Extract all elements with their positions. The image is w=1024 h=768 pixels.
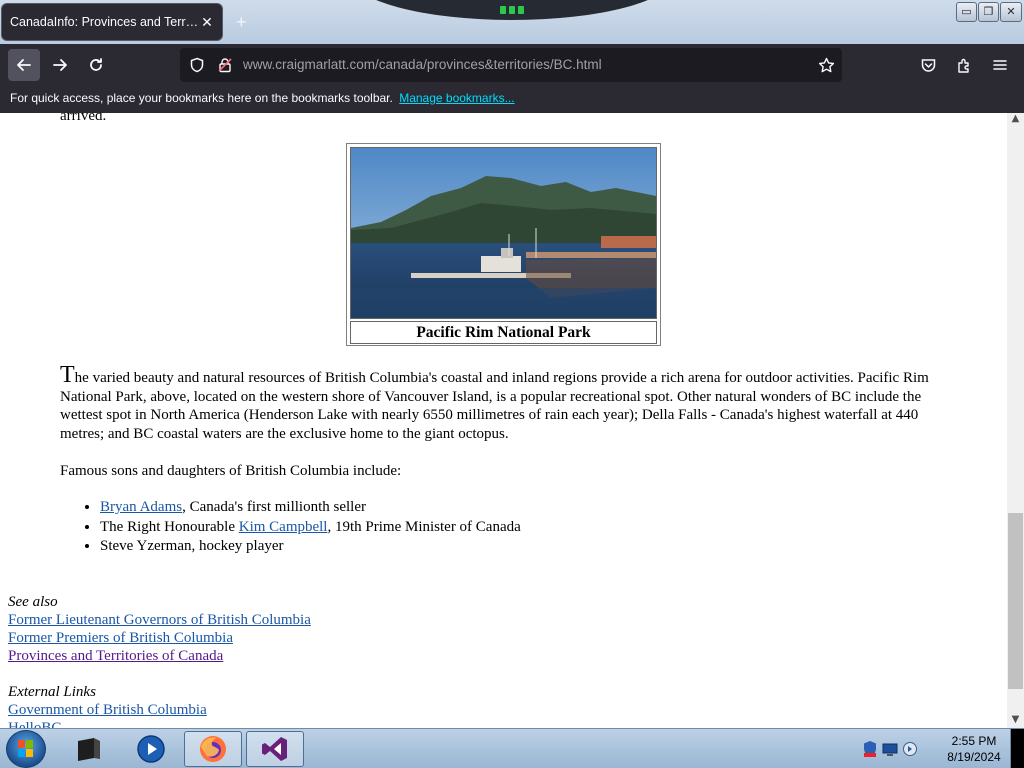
scroll-thumb[interactable] <box>1008 513 1023 689</box>
list-item-text: , 19th Prime Minister of Canada <box>327 518 521 535</box>
external-links-heading: External Links <box>8 684 96 700</box>
media-player-icon <box>137 735 165 763</box>
browser-titlebar: CanadaInfo: Provinces and Territories ✕ … <box>0 0 1024 44</box>
see-also-heading: See also <box>8 594 58 610</box>
list-item: Bryan Adams, Canada's first millionth se… <box>100 498 521 518</box>
bookmarks-message: For quick access, place your bookmarks h… <box>10 91 393 105</box>
window-controls: ▭ ❐ ✕ <box>956 2 1022 22</box>
kim-campbell-link[interactable]: Kim Campbell <box>239 519 328 535</box>
notch-indicator <box>497 6 527 16</box>
url-domain: www.craigmarlatt.com <box>243 57 376 72</box>
intro-paragraph: The varied beauty and natural resources … <box>60 363 950 443</box>
security-shield-icon[interactable] <box>862 740 878 758</box>
list-item-prefix: The Right Honourable <box>100 518 239 535</box>
bryan-adams-link[interactable]: Bryan Adams <box>100 499 182 515</box>
taskbar-visual-studio[interactable] <box>246 731 304 767</box>
forward-arrow-icon <box>53 59 67 71</box>
see-also-section: See also Former Lieutenant Governors of … <box>8 593 311 665</box>
lieutenant-governors-link[interactable]: Former Lieutenant Governors of British C… <box>8 611 311 629</box>
url-path: /canada/provinces&territories/BC.html <box>375 57 602 72</box>
vertical-scrollbar[interactable]: ▲ ▼ <box>1007 113 1024 728</box>
previous-text-fragment: arrived. <box>60 113 107 124</box>
list-item-text: Steve Yzerman, hockey player <box>100 538 284 555</box>
menu-icon[interactable] <box>989 54 1011 76</box>
terminal-icon <box>78 738 100 761</box>
start-button[interactable] <box>6 730 46 768</box>
taskbar-media-player[interactable] <box>122 731 180 767</box>
network-icon[interactable] <box>882 741 898 757</box>
firefox-icon <box>200 736 226 762</box>
restore-button[interactable]: ❐ <box>978 2 999 22</box>
provinces-territories-link[interactable]: Provinces and Territories of Canada <box>8 647 311 665</box>
back-button[interactable] <box>8 49 40 81</box>
famous-people-list: Bryan Adams, Canada's first millionth se… <box>100 498 521 557</box>
park-photo <box>350 147 657 319</box>
close-window-button[interactable]: ✕ <box>1000 2 1022 22</box>
visual-studio-icon <box>262 737 287 761</box>
famous-intro: Famous sons and daughters of British Col… <box>60 463 402 479</box>
system-tray <box>860 731 920 767</box>
tab-active[interactable]: CanadaInfo: Provinces and Territories ✕ <box>2 4 222 40</box>
tab-title: CanadaInfo: Provinces and Territories <box>10 15 200 29</box>
figure-frame: Pacific Rim National Park <box>346 143 661 346</box>
taskbar-terminal[interactable] <box>60 731 118 767</box>
extensions-icon[interactable] <box>953 54 975 76</box>
clock-time: 2:55 PM <box>951 734 997 748</box>
page-content: arrived. Pacific Rim National Park The v… <box>0 113 1007 728</box>
figure-caption: Pacific Rim National Park <box>350 321 657 344</box>
back-arrow-icon <box>17 59 31 71</box>
list-item-text: , Canada's first millionth seller <box>182 499 366 515</box>
manage-bookmarks-link[interactable]: Manage bookmarks... <box>399 91 514 105</box>
forward-button[interactable] <box>44 49 76 81</box>
volume-icon[interactable] <box>902 741 918 757</box>
premiers-link[interactable]: Former Premiers of British Columbia <box>8 629 311 647</box>
windows-logo-icon <box>18 740 33 757</box>
drop-cap: T <box>60 362 75 388</box>
scroll-up-icon[interactable]: ▲ <box>1007 113 1024 127</box>
minimize-button[interactable]: ▭ <box>956 2 977 22</box>
clock-date: 8/19/2024 <box>947 750 1001 764</box>
external-links-section: External Links Government of British Col… <box>8 683 207 728</box>
bookmarks-toolbar: For quick access, place your bookmarks h… <box>0 86 1024 113</box>
list-item: Steve Yzerman, hockey player <box>100 537 521 557</box>
new-tab-button[interactable]: + <box>236 12 247 33</box>
url-text[interactable]: www.craigmarlatt.com/canada/provinces&te… <box>243 57 602 72</box>
hellobc-link[interactable]: HelloBC <box>8 719 207 728</box>
list-item: The Right Honourable Kim Campbell, 19th … <box>100 518 521 538</box>
reload-button[interactable] <box>80 49 112 81</box>
shield-icon[interactable] <box>188 56 206 74</box>
bookmark-star-icon[interactable] <box>817 56 835 74</box>
scroll-down-icon[interactable]: ▼ <box>1007 714 1024 728</box>
tab-close-icon[interactable]: ✕ <box>200 14 214 31</box>
insecure-lock-icon[interactable] <box>216 56 234 74</box>
navigation-toolbar: www.craigmarlatt.com/canada/provinces&te… <box>0 44 1024 86</box>
show-desktop-button[interactable] <box>1010 729 1024 768</box>
taskbar-clock[interactable]: 2:55 PM 8/19/2024 <box>930 733 1018 765</box>
government-bc-link[interactable]: Government of British Columbia <box>8 701 207 719</box>
paragraph-text: he varied beauty and natural resources o… <box>60 370 929 442</box>
url-bar[interactable]: www.craigmarlatt.com/canada/provinces&te… <box>180 48 842 82</box>
reload-icon <box>90 58 102 71</box>
pocket-icon[interactable] <box>917 54 939 76</box>
taskbar: 2:55 PM 8/19/2024 <box>0 728 1024 768</box>
taskbar-firefox[interactable] <box>184 731 242 767</box>
